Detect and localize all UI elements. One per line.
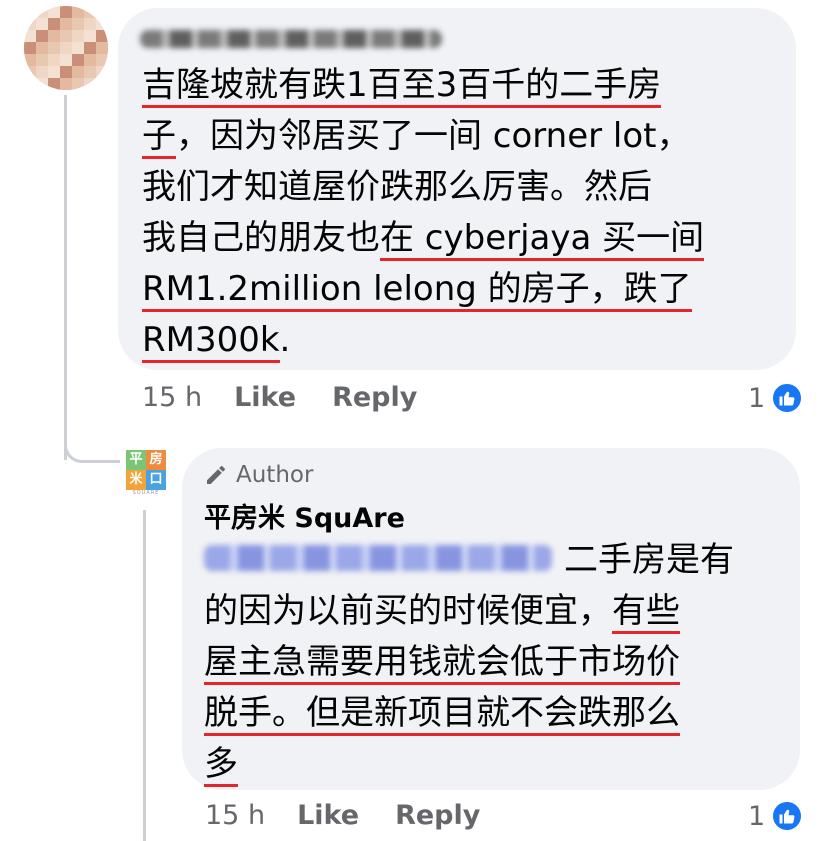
reaction-summary[interactable]: 1: [748, 382, 804, 414]
logo-cell: 口: [146, 470, 166, 490]
reply-thread-line: [143, 510, 146, 841]
underlined-text: 吉隆坡就有跌1百至3百千的二手房: [142, 65, 662, 108]
underlined-text: 脱手。但是新项目就不会跌那么: [204, 693, 680, 736]
text-segment: 我们才知道屋价跌那么厉害。然后: [142, 167, 652, 207]
underlined-text: 在 cyberjaya 买一间: [380, 218, 705, 261]
author-badge-label: Author: [236, 462, 314, 488]
commenter-avatar[interactable]: [24, 6, 108, 90]
comment-body: 吉隆坡就有跌1百至3百千的二手房 子，因为邻居买了一间 corner lot， 我们…: [142, 60, 782, 366]
pencil-icon: [207, 466, 225, 484]
logo-cell: 米: [126, 470, 146, 490]
page-avatar[interactable]: 平房米口 SQUARE: [124, 450, 168, 496]
text-line: 二手房是有: [204, 535, 794, 586]
text-line: 的因为以前买的时候便宜，有些: [204, 586, 794, 637]
like-button[interactable]: Like: [234, 382, 296, 413]
author-badge: Author: [204, 462, 313, 488]
text-segment: ，因为邻居买了一间 corner lot，: [176, 116, 691, 156]
comment-author-name[interactable]: [140, 30, 442, 48]
logo-cell: 平: [126, 450, 146, 470]
reply-button[interactable]: Reply: [332, 382, 417, 413]
logo-cell: 房: [146, 450, 166, 470]
thumbs-up-icon: [771, 382, 804, 414]
text-line: RM1.2million lelong 的房子，跌了: [142, 264, 782, 315]
like-button[interactable]: Like: [297, 800, 359, 831]
reply-button[interactable]: Reply: [395, 800, 480, 831]
text-segment: 的因为以前买的时候便宜，: [204, 591, 612, 631]
comment-timestamp[interactable]: 15 h: [142, 382, 202, 413]
text-segment: 二手房是有: [564, 540, 734, 580]
underlined-text: RM1.2million lelong 的房子，跌了: [142, 269, 692, 312]
reaction-count: 1: [748, 382, 766, 414]
text-line: 吉隆坡就有跌1百至3百千的二手房: [142, 60, 782, 111]
underlined-text: 屋主急需要用钱就会低于市场价: [204, 642, 680, 685]
comment-actions: 15 h Like Reply: [142, 382, 453, 413]
text-line: 多: [204, 739, 794, 790]
reply-connector: [64, 425, 120, 463]
underlined-text: 多: [204, 744, 238, 787]
text-line: 我们才知道屋价跌那么厉害。然后: [142, 162, 782, 213]
underlined-text: RM300k: [142, 320, 280, 363]
text-line: 我自己的朋友也在 cyberjaya 买一间: [142, 213, 782, 264]
text-line: 子，因为邻居买了一间 corner lot，: [142, 111, 782, 162]
text-line: 脱手。但是新项目就不会跌那么: [204, 688, 794, 739]
reaction-summary[interactable]: 1: [748, 800, 804, 832]
underlined-text: 子: [142, 116, 176, 159]
text-segment: 我自己的朋友也: [142, 218, 380, 258]
reaction-count: 1: [748, 800, 766, 832]
reply-actions: 15 h Like Reply: [205, 800, 516, 831]
text-line: 屋主急需要用钱就会低于市场价: [204, 637, 794, 688]
reply-timestamp[interactable]: 15 h: [205, 800, 265, 831]
logo-tagline: SQUARE: [132, 490, 160, 496]
reply-body: 二手房是有的因为以前买的时候便宜，有些屋主急需要用钱就会低于市场价 脱手。但是新项…: [204, 535, 794, 790]
reply-author-name[interactable]: 平房米 SquAre: [204, 496, 405, 535]
underlined-text: 有些: [612, 591, 680, 634]
thumbs-up-icon: [771, 800, 804, 832]
text-line: RM300k.: [142, 315, 782, 366]
text-segment: .: [279, 320, 291, 360]
thread-line: [64, 95, 67, 460]
